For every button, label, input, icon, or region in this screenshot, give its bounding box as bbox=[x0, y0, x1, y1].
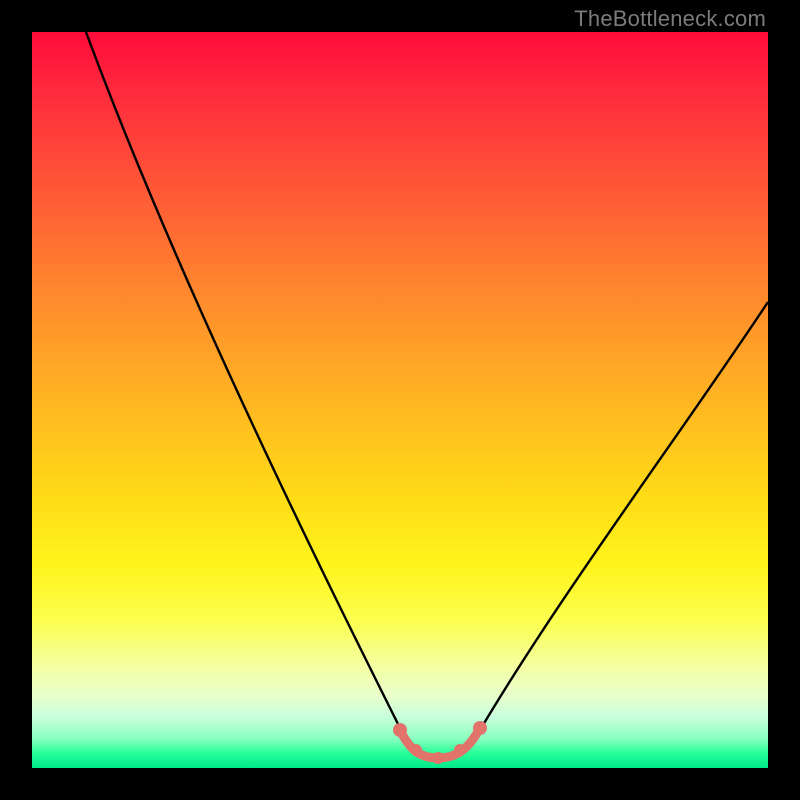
watermark-text: TheBottleneck.com bbox=[574, 6, 766, 32]
chart-frame: TheBottleneck.com bbox=[0, 0, 800, 800]
highlight-dot-mid1 bbox=[410, 744, 422, 756]
highlight-dot-right bbox=[473, 721, 487, 735]
highlight-dot-mid2 bbox=[432, 752, 444, 764]
highlight-dot-left bbox=[393, 723, 407, 737]
chart-plot-area bbox=[32, 32, 768, 768]
highlight-dot-mid3 bbox=[454, 744, 466, 756]
bottleneck-curve bbox=[32, 32, 768, 768]
curve-path bbox=[86, 32, 768, 758]
